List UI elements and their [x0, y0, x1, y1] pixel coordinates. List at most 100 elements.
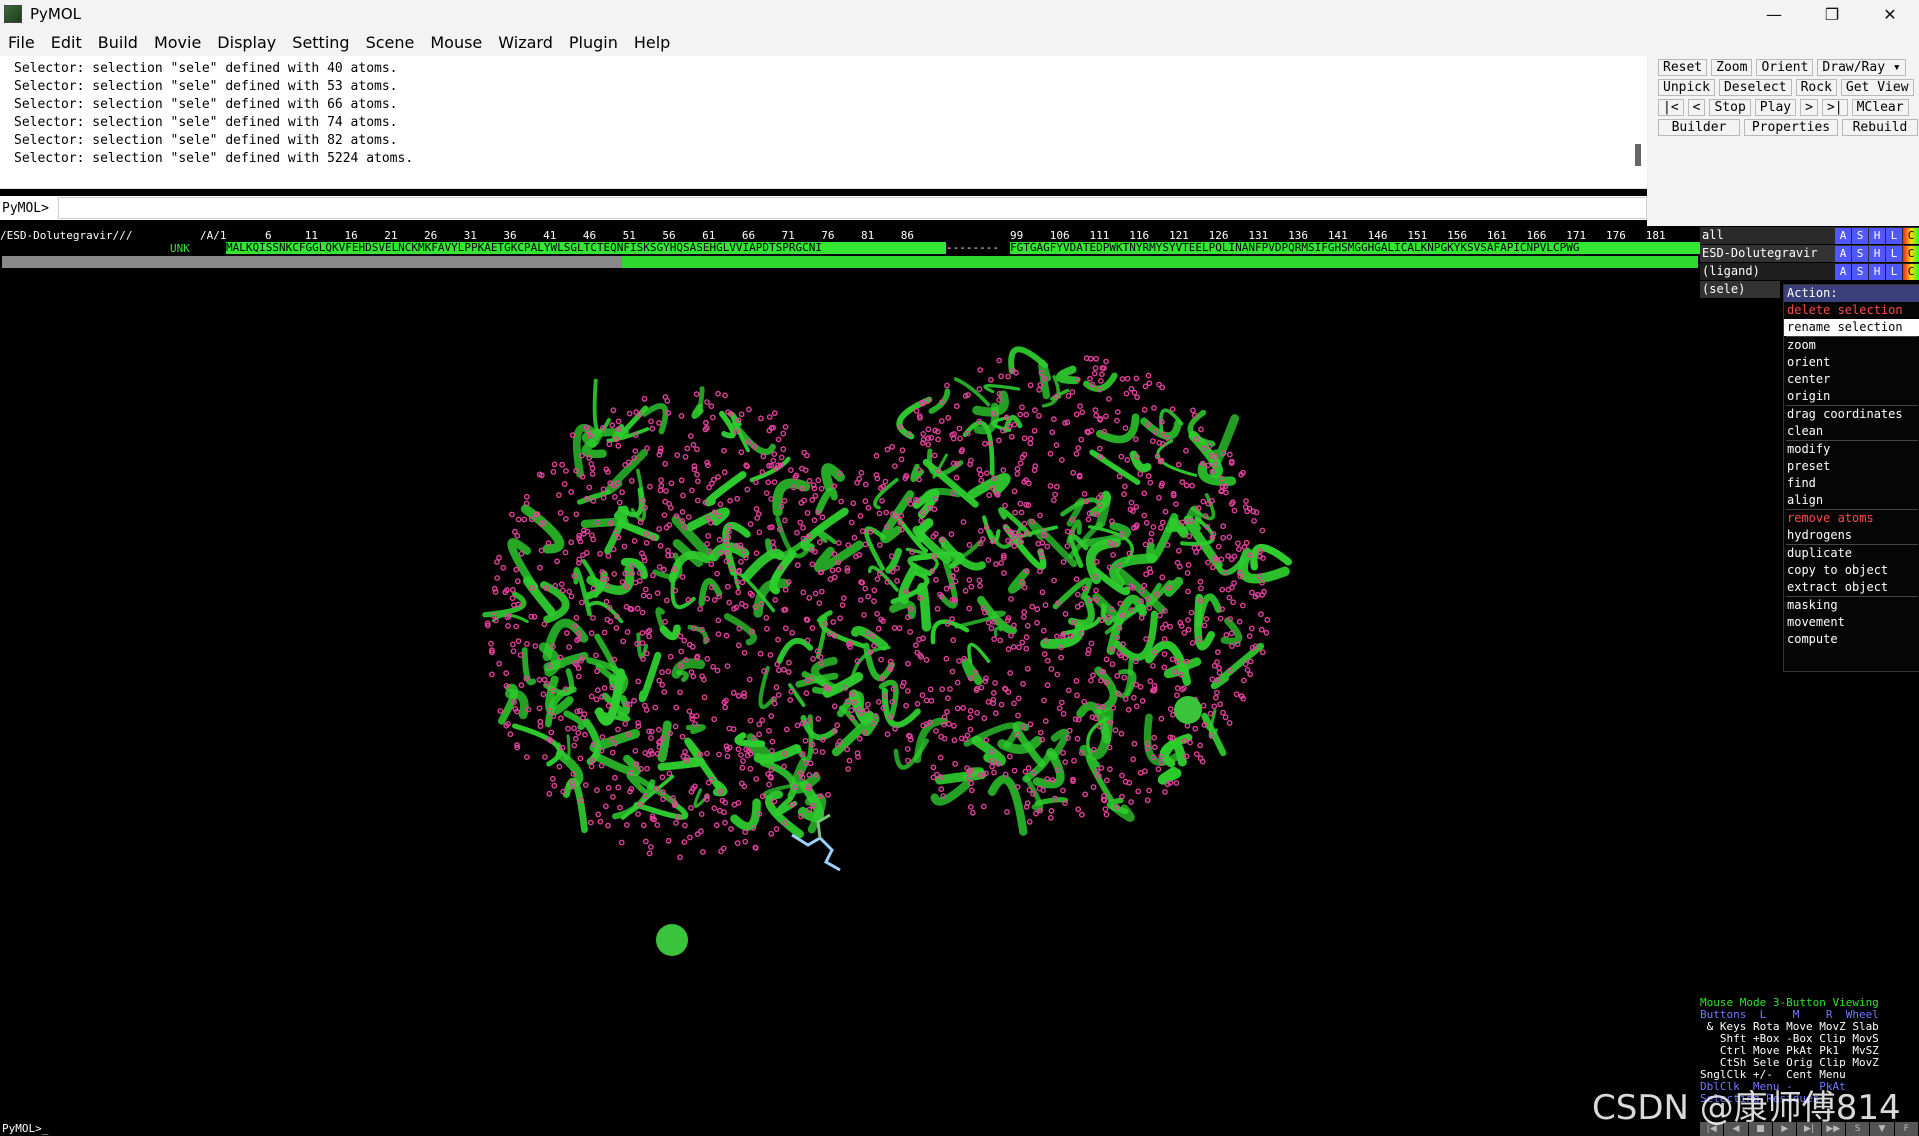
molecule-viewport[interactable]	[0, 270, 1700, 1122]
play-button[interactable]: Play	[1754, 99, 1797, 116]
prev-frame-button[interactable]: <	[1687, 99, 1706, 116]
sequence-gap: --------	[946, 241, 999, 254]
sequence-scroll-thumb[interactable]	[2, 256, 622, 268]
action-menu-item[interactable]: extract object	[1784, 579, 1919, 596]
rebuild-button[interactable]: Rebuild	[1842, 119, 1918, 136]
action-menu-item[interactable]: compute	[1784, 631, 1919, 648]
label-button[interactable]: L	[1886, 227, 1902, 244]
draw-ray-button[interactable]: Draw/Ray ▾	[1817, 59, 1906, 76]
deselect-button[interactable]: Deselect	[1718, 79, 1792, 96]
control-button-panel: Reset Zoom Orient Draw/Ray ▾ Unpick Dese…	[1647, 56, 1919, 226]
action-menu-item[interactable]: duplicate	[1784, 545, 1919, 562]
mclear-button[interactable]: MClear	[1851, 99, 1909, 116]
menu-wizard[interactable]: Wizard	[490, 33, 561, 52]
console-output[interactable]: Selector: selection "sele" defined with …	[0, 56, 1647, 189]
sequence-scrollbar[interactable]	[2, 256, 1698, 268]
action-button[interactable]: A	[1835, 263, 1851, 280]
last-frame-button[interactable]: >|	[1821, 99, 1848, 116]
console-scrollbar[interactable]	[1635, 144, 1641, 166]
menu-scene[interactable]: Scene	[358, 33, 423, 52]
action-button[interactable]: A	[1835, 227, 1851, 244]
menu-edit[interactable]: Edit	[43, 33, 90, 52]
console-line: Selector: selection "sele" defined with …	[14, 115, 398, 130]
object-name[interactable]: (sele)	[1700, 281, 1780, 298]
action-menu-item[interactable]: find	[1784, 475, 1919, 492]
action-menu-item[interactable]: orient	[1784, 354, 1919, 371]
unpick-button[interactable]: Unpick	[1658, 79, 1715, 96]
object-name[interactable]: (ligand)	[1700, 263, 1834, 280]
next-frame-button[interactable]: >	[1800, 99, 1818, 116]
menu-setting[interactable]: Setting	[284, 33, 357, 52]
menu-file[interactable]: File	[0, 33, 43, 52]
action-menu-item[interactable]: zoom	[1784, 337, 1919, 354]
menu-display[interactable]: Display	[209, 33, 284, 52]
rock-button[interactable]: Rock	[1795, 79, 1837, 96]
command-prompt: PyMOL>	[2, 200, 49, 216]
csdn-watermark: CSDN @康师傅814	[1592, 1088, 1901, 1128]
color-button[interactable]: C	[1903, 245, 1919, 262]
action-menu: Action: delete selection rename selection…	[1783, 284, 1919, 672]
sequence-unk-label: UNK	[170, 242, 190, 255]
first-frame-button[interactable]: |<	[1658, 99, 1684, 116]
get-view-button[interactable]: Get View	[1840, 79, 1914, 96]
action-menu-item[interactable]: origin	[1784, 388, 1919, 405]
action-menu-item[interactable]: preset	[1784, 458, 1919, 475]
restore-button[interactable]: ❐	[1803, 0, 1861, 28]
stop-button[interactable]: Stop	[1709, 99, 1751, 116]
action-menu-item[interactable]: hydrogens	[1784, 527, 1919, 544]
sequence-numbers: 6 11 16 21 26 31 36 41 46 51 56 61 66 71…	[265, 229, 915, 242]
reset-button[interactable]: Reset	[1658, 59, 1708, 76]
action-menu-item[interactable]: movement	[1784, 614, 1919, 631]
console-line: Selector: selection "sele" defined with …	[14, 79, 398, 94]
object-row-esd-dolutegravir[interactable]: ESD-Dolutegravir A S H L C	[1700, 245, 1919, 262]
properties-button[interactable]: Properties	[1744, 119, 1838, 136]
action-menu-item[interactable]: remove atoms	[1784, 510, 1919, 527]
label-button[interactable]: L	[1886, 263, 1902, 280]
show-button[interactable]: S	[1852, 245, 1868, 262]
action-menu-item[interactable]: center	[1784, 371, 1919, 388]
title-bar: PyMOL — ❐ ✕	[0, 0, 1919, 28]
minimize-button[interactable]: —	[1745, 0, 1803, 28]
pymol-app-icon	[4, 5, 22, 23]
sequence-viewer[interactable]: /ESD-Dolutegravir/// /A/1 6 11 16 21 26 …	[0, 226, 1700, 270]
show-button[interactable]: S	[1852, 263, 1868, 280]
show-button[interactable]: S	[1852, 227, 1868, 244]
action-button[interactable]: A	[1835, 245, 1851, 262]
action-menu-item[interactable]: delete selection	[1784, 302, 1919, 319]
menu-plugin[interactable]: Plugin	[561, 33, 626, 52]
ion-sphere	[656, 924, 688, 956]
zoom-button[interactable]: Zoom	[1711, 59, 1753, 76]
menu-mouse[interactable]: Mouse	[422, 33, 490, 52]
action-menu-item[interactable]: clean	[1784, 423, 1919, 440]
close-button[interactable]: ✕	[1861, 0, 1919, 28]
color-button[interactable]: C	[1903, 263, 1919, 280]
viewer-command-prompt[interactable]: PyMOL>_	[0, 1122, 1702, 1136]
object-row-ligand[interactable]: (ligand) A S H L C	[1700, 263, 1919, 280]
label-button[interactable]: L	[1886, 245, 1902, 262]
menu-movie[interactable]: Movie	[146, 33, 209, 52]
sequence-residues-2[interactable]: FGTGAGFYVDATEDPWKTNYRMYSYVTEELPQLINANFPV…	[1010, 242, 1700, 254]
hide-button[interactable]: H	[1869, 245, 1885, 262]
action-menu-item[interactable]: masking	[1784, 597, 1919, 614]
object-row-all[interactable]: all A S H L C	[1700, 227, 1919, 244]
command-input[interactable]	[58, 197, 1647, 219]
window-controls: — ❐ ✕	[1745, 0, 1919, 28]
hide-button[interactable]: H	[1869, 263, 1885, 280]
console-line: Selector: selection "sele" defined with …	[14, 61, 398, 76]
menu-build[interactable]: Build	[90, 33, 146, 52]
color-button[interactable]: C	[1903, 227, 1919, 244]
action-menu-item[interactable]: copy to object	[1784, 562, 1919, 579]
action-menu-item[interactable]: align	[1784, 492, 1919, 509]
object-name[interactable]: all	[1700, 227, 1834, 244]
action-menu-item[interactable]: drag coordinates	[1784, 406, 1919, 423]
sequence-residues[interactable]: MALKQISSNKCFGGLQKVFEHDSVELNCKMKFAVYLPPKA…	[226, 242, 946, 254]
window-title: PyMOL	[30, 5, 82, 23]
hide-button[interactable]: H	[1869, 227, 1885, 244]
object-name[interactable]: ESD-Dolutegravir	[1700, 245, 1834, 262]
action-menu-item[interactable]: modify	[1784, 441, 1919, 458]
menu-help[interactable]: Help	[626, 33, 678, 52]
console-line: Selector: selection "sele" defined with …	[14, 97, 398, 112]
action-menu-item[interactable]: rename selection	[1784, 319, 1919, 336]
builder-button[interactable]: Builder	[1658, 119, 1740, 136]
orient-button[interactable]: Orient	[1756, 59, 1814, 76]
